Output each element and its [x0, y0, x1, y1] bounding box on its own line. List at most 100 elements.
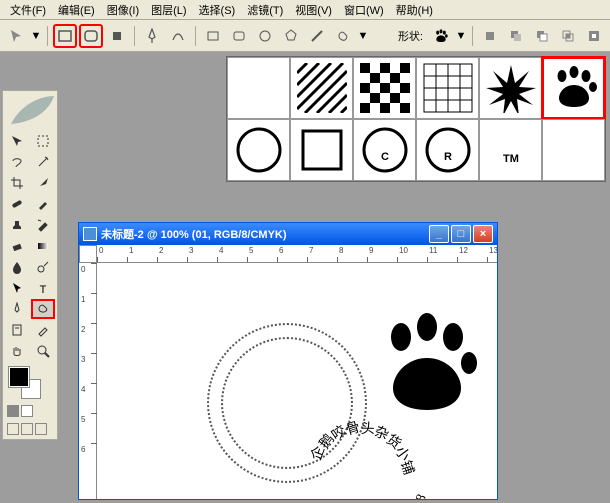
color-swatches[interactable] — [5, 365, 55, 401]
shape-roundrect-button[interactable] — [79, 24, 103, 48]
foreground-color[interactable] — [9, 367, 29, 387]
marquee-tool[interactable] — [31, 131, 55, 151]
menu-filter[interactable]: 滤镜(T) — [241, 0, 289, 20]
shape-rect2-button[interactable] — [201, 24, 225, 48]
shape-label: 形状: — [398, 28, 423, 44]
mode-exclude-button[interactable] — [582, 24, 606, 48]
dodge-tool[interactable] — [31, 257, 55, 277]
svg-text:R: R — [444, 151, 452, 163]
brush-tool[interactable] — [31, 194, 55, 214]
shape-rect-button[interactable] — [53, 24, 77, 48]
mode-new-button[interactable] — [478, 24, 502, 48]
type-tool[interactable]: T — [31, 278, 55, 298]
shape-copyright[interactable]: C — [353, 119, 416, 181]
zoom-tool[interactable] — [31, 341, 55, 361]
svg-text:TM: TM — [503, 153, 519, 165]
standard-mode[interactable] — [7, 405, 19, 417]
quickmask-mode[interactable] — [21, 405, 33, 417]
current-shape-button[interactable] — [429, 24, 453, 48]
lasso-icon — [10, 155, 24, 169]
shape-hatch[interactable] — [290, 57, 353, 119]
slice-icon — [36, 176, 50, 190]
ruler-horizontal[interactable]: 012345678910111213 — [97, 245, 497, 263]
titlebar[interactable]: 未标题-2 @ 100% (01, RGB/8/CMYK) _ □ × — [79, 223, 497, 245]
screen-full-menu[interactable] — [21, 423, 33, 435]
minimize-button[interactable]: _ — [429, 225, 449, 243]
wand-tool[interactable] — [31, 152, 55, 172]
shape-registered[interactable]: R — [416, 119, 479, 181]
path-select-tool[interactable] — [5, 278, 29, 298]
preset-dropdown[interactable]: ▼ — [30, 26, 42, 46]
mode-subtract-button[interactable] — [530, 24, 554, 48]
shape-trademark[interactable]: TM — [479, 119, 542, 181]
arrow-icon — [8, 28, 24, 44]
pen-button[interactable] — [140, 24, 164, 48]
crop-tool[interactable] — [5, 173, 29, 193]
heal-tool[interactable] — [5, 194, 29, 214]
shape-paw[interactable] — [542, 57, 605, 119]
menu-edit[interactable]: 编辑(E) — [52, 0, 101, 20]
shape-ellipse-button[interactable] — [105, 24, 129, 48]
tool-preset-button[interactable] — [4, 24, 28, 48]
eyedropper-tool[interactable] — [31, 320, 55, 340]
shape-roundrect2-button[interactable] — [227, 24, 251, 48]
shape-circle-button[interactable] — [253, 24, 277, 48]
grid-icon — [423, 63, 473, 113]
menu-help[interactable]: 帮助(H) — [390, 0, 439, 20]
menu-view[interactable]: 视图(V) — [289, 0, 338, 20]
toolbox: T — [2, 90, 58, 440]
rounded-rect-icon — [83, 28, 99, 44]
ellipse-icon — [109, 28, 125, 44]
lasso-tool[interactable] — [5, 152, 29, 172]
feather-icon — [6, 94, 56, 128]
doc-icon — [83, 227, 97, 241]
shape-square-outline[interactable] — [290, 119, 353, 181]
shape-checker[interactable] — [353, 57, 416, 119]
shape-options-dropdown[interactable]: ▼ — [357, 26, 369, 46]
copyright-icon: C — [360, 125, 410, 175]
mode-add-button[interactable] — [504, 24, 528, 48]
menu-select[interactable]: 选择(S) — [193, 0, 242, 20]
shape-line-button[interactable] — [305, 24, 329, 48]
mode-intersect-button[interactable] — [556, 24, 580, 48]
shape-empty[interactable] — [542, 119, 605, 181]
eraser-tool[interactable] — [5, 236, 29, 256]
shape-grid[interactable] — [416, 57, 479, 119]
ruler-vertical[interactable]: 0123456 — [79, 263, 97, 499]
slice-tool[interactable] — [31, 173, 55, 193]
rectangle-icon — [57, 28, 73, 44]
menu-image[interactable]: 图像(I) — [101, 0, 145, 20]
maximize-button[interactable]: □ — [451, 225, 471, 243]
hand-tool[interactable] — [5, 341, 29, 361]
pen-tool2[interactable] — [5, 299, 29, 319]
shape-blank[interactable] — [227, 57, 290, 119]
move-tool[interactable] — [5, 131, 29, 151]
divider — [47, 26, 48, 46]
blob2-icon — [36, 302, 50, 316]
shape-circle-outline[interactable] — [227, 119, 290, 181]
stamp-tool[interactable] — [5, 215, 29, 235]
trademark-icon: TM — [486, 125, 536, 175]
blob-icon — [335, 28, 351, 44]
shape-picker-dropdown[interactable]: ▼ — [455, 26, 467, 46]
screen-normal[interactable] — [7, 423, 19, 435]
stamp-icon — [10, 218, 24, 232]
screen-full[interactable] — [35, 423, 47, 435]
close-button[interactable]: × — [473, 225, 493, 243]
menu-window[interactable]: 窗口(W) — [338, 0, 390, 20]
blur-tool[interactable] — [5, 257, 29, 277]
menu-file[interactable]: 文件(F) — [4, 0, 52, 20]
custom-shape-tool[interactable] — [31, 299, 55, 319]
shape-grid: C R TM — [227, 57, 605, 181]
menu-layer[interactable]: 图层(L) — [145, 0, 192, 20]
freeform-pen-button[interactable] — [166, 24, 190, 48]
gradient-tool[interactable] — [31, 236, 55, 256]
shape-picker-panel: C R TM — [226, 56, 606, 182]
canvas[interactable]: 企鹅咬骨头杂货小铺 shop57672378 — [97, 263, 497, 499]
shape-polygon-button[interactable] — [279, 24, 303, 48]
ruler-origin[interactable] — [79, 245, 97, 263]
notes-tool[interactable] — [5, 320, 29, 340]
shape-starburst[interactable] — [479, 57, 542, 119]
shape-custom-button[interactable] — [331, 24, 355, 48]
history-brush-tool[interactable] — [31, 215, 55, 235]
